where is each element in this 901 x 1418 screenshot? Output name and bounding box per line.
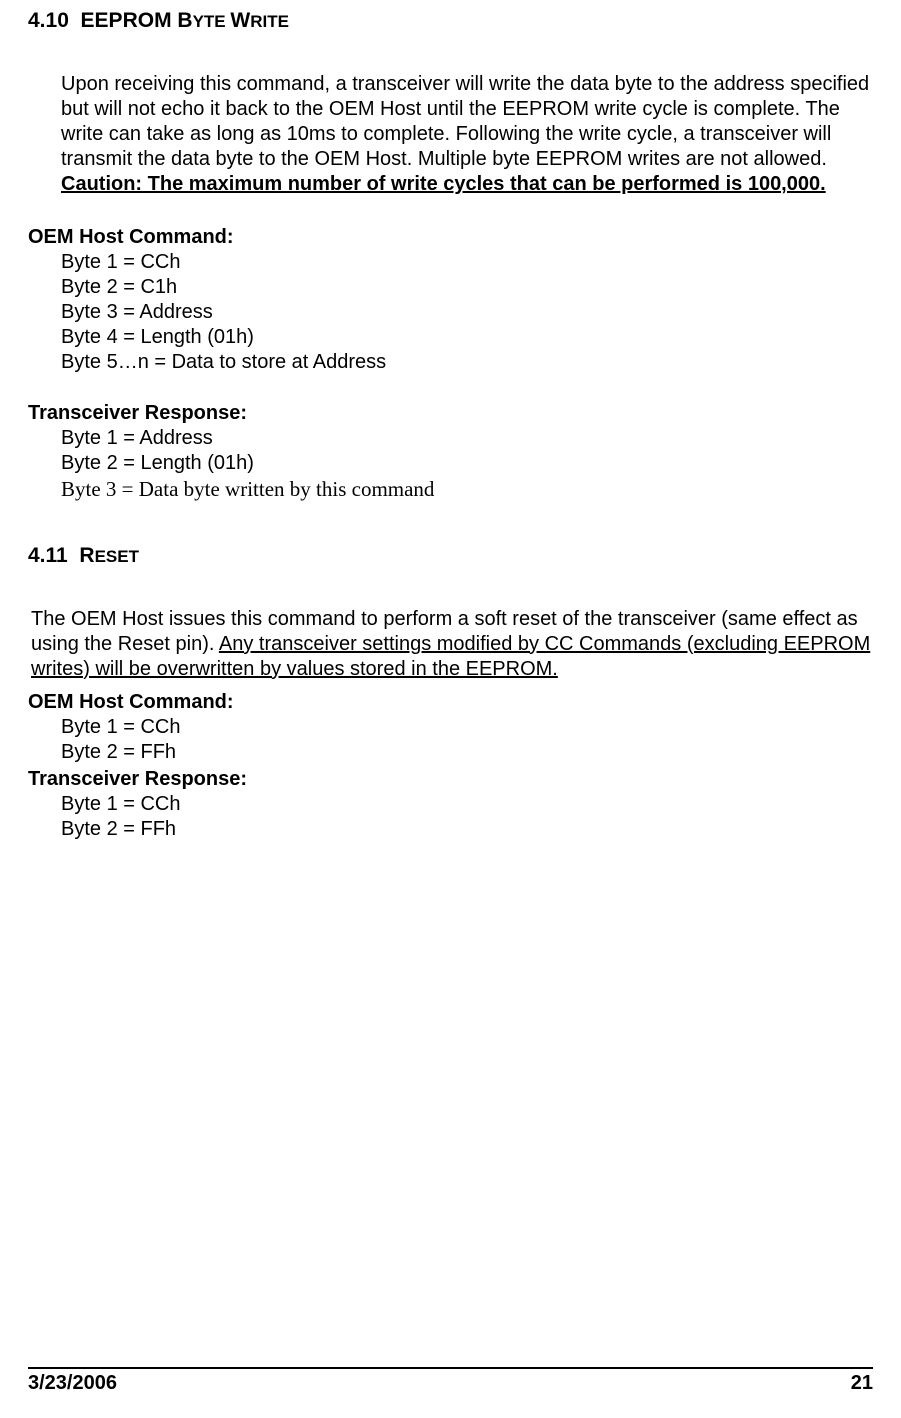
section-4-10-heading: 4.10 EEPROM BYTE WRITE [28,8,873,34]
footer-rule [28,1367,873,1369]
byte-line: Byte 1 = CCh [61,250,873,275]
oem-host-command-label: OEM Host Command: [28,225,873,250]
byte-line: Byte 2 = FFh [61,817,873,842]
section-4-11-body: The OEM Host issues this command to perf… [31,607,873,682]
byte-line: Byte 5…n = Data to store at Address [61,350,873,375]
transceiver-response-label: Transceiver Response: [28,401,873,426]
byte-line: Byte 4 = Length (01h) [61,325,873,350]
page-footer: 3/23/2006 21 [0,1367,901,1396]
caution-text: Caution: The maximum number of write cyc… [61,173,826,195]
host-command-bytes-410: Byte 1 = CChByte 2 = C1hByte 3 = Address… [61,250,873,375]
page: 4.10 EEPROM BYTE WRITE Upon receiving th… [0,0,901,1418]
byte-line-serif: Byte 3 = Data byte written by this comma… [61,476,873,502]
heading-part: W [230,9,250,32]
heading-part: EEPROM B [81,9,193,32]
byte-line: Byte 2 = Length (01h) [61,451,873,476]
transceiver-response-label: Transceiver Response: [28,767,873,792]
section-number: 4.11 [28,544,68,567]
footer-date: 3/23/2006 [28,1371,117,1396]
byte-line: Byte 3 = Address [61,300,873,325]
byte-line: Byte 2 = C1h [61,275,873,300]
heading-part-sc: RITE [250,12,289,31]
heading-part: R [79,544,94,567]
heading-part-sc: ESET [95,547,139,566]
section-4-10-body: Upon receiving this command, a transceiv… [61,72,871,197]
byte-line: Byte 2 = FFh [61,740,873,765]
byte-line: Byte 1 = CCh [61,715,873,740]
byte-line: Byte 1 = Address [61,426,873,451]
oem-host-command-label: OEM Host Command: [28,690,873,715]
section-number: 4.10 [28,9,69,32]
response-bytes-410: Byte 1 = AddressByte 2 = Length (01h) By… [61,426,873,502]
byte-line: Byte 1 = CCh [61,792,873,817]
footer-page-number: 21 [851,1371,873,1396]
section-4-11-heading: 4.11 RESET [28,543,873,569]
body-text: Upon receiving this command, a transceiv… [61,73,869,170]
heading-part-sc: YTE [193,12,231,31]
response-bytes-411: Byte 1 = CChByte 2 = FFh [61,792,873,842]
host-command-bytes-411: Byte 1 = CChByte 2 = FFh [61,715,873,765]
